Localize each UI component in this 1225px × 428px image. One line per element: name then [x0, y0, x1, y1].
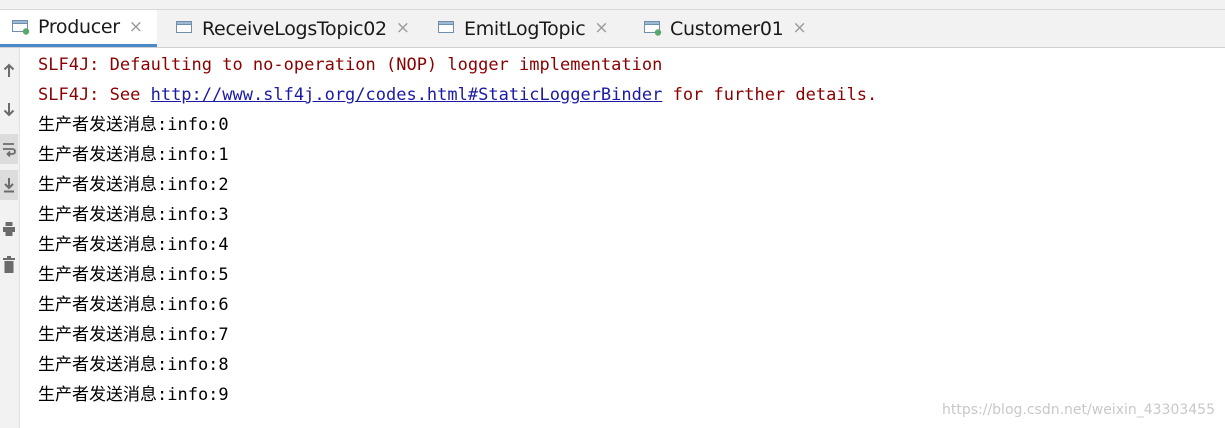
tab-label: Producer	[38, 16, 120, 38]
console-line-slf4j-nop: SLF4J: Defaulting to no-operation (NOP) …	[38, 55, 663, 75]
scroll-up-icon[interactable]	[0, 56, 18, 86]
console-line: 生产者发送消息:info:0	[38, 115, 229, 135]
scroll-down-icon[interactable]	[0, 94, 18, 124]
console-line: 生产者发送消息:info:6	[38, 295, 229, 315]
console-line: 生产者发送消息:info:2	[38, 175, 229, 195]
tab-receivelogstopic02[interactable]: ReceiveLogsTopic02 ×	[176, 10, 416, 47]
scroll-to-end-icon[interactable]	[0, 170, 18, 200]
print-icon[interactable]	[0, 214, 18, 244]
console-output[interactable]: SLF4J: Defaulting to no-operation (NOP) …	[38, 50, 1208, 410]
soft-wrap-icon[interactable]	[0, 134, 18, 164]
console-line: 生产者发送消息:info:5	[38, 265, 229, 285]
tab-label: EmitLogTopic	[464, 17, 586, 40]
window-top-strip	[0, 0, 1225, 10]
slf4j-link[interactable]: http://www.slf4j.org/codes.html#StaticLo…	[151, 85, 663, 105]
tab-emitlogtopic[interactable]: EmitLogTopic ×	[438, 10, 623, 47]
tab-label: Customer01	[670, 17, 784, 40]
close-icon[interactable]: ×	[594, 20, 608, 37]
console-line: 生产者发送消息:info:7	[38, 325, 229, 345]
clear-all-icon[interactable]	[0, 250, 18, 280]
console-line: 生产者发送消息:info:1	[38, 145, 229, 165]
run-console-icon	[176, 21, 194, 36]
console-line-slf4j-see: SLF4J: See http://www.slf4j.org/codes.ht…	[38, 80, 1208, 110]
close-icon[interactable]: ×	[129, 18, 143, 36]
watermark: https://blog.csdn.net/weixin_43303455	[941, 402, 1215, 418]
console-toolbar	[0, 48, 20, 428]
run-console-icon	[12, 19, 30, 35]
tab-producer[interactable]: Producer ×	[0, 10, 157, 47]
console-line: 生产者发送消息:info:4	[38, 235, 229, 255]
close-icon[interactable]: ×	[792, 20, 806, 37]
console-line: 生产者发送消息:info:3	[38, 205, 229, 225]
run-tool-window-tabs: Producer × ReceiveLogsTopic02 × EmitLogT…	[0, 10, 1225, 48]
close-icon[interactable]: ×	[396, 20, 410, 37]
console-line: 生产者发送消息:info:8	[38, 355, 229, 375]
console-text: SLF4J: See	[38, 85, 151, 105]
tab-label: ReceiveLogsTopic02	[202, 17, 387, 40]
console-text: for further details.	[662, 85, 878, 105]
run-console-icon	[438, 21, 456, 36]
run-console-icon	[644, 21, 662, 36]
tab-customer01[interactable]: Customer01 ×	[644, 10, 814, 47]
